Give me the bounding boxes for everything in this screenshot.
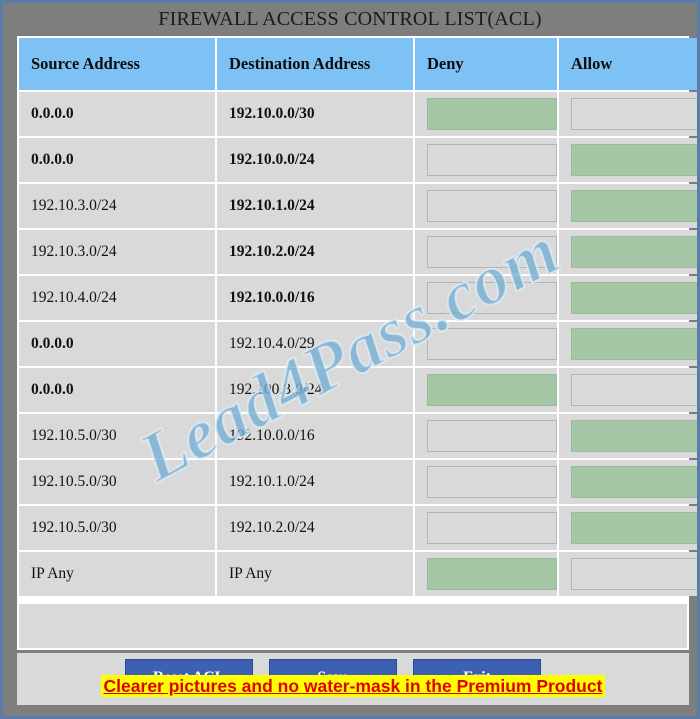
cell-destination-address[interactable]: 192.10.0.0/16: [217, 414, 413, 458]
cell-deny[interactable]: [415, 138, 557, 182]
cell-deny[interactable]: [415, 368, 557, 412]
allow-checkbox[interactable]: [571, 420, 697, 452]
allow-checkbox[interactable]: [571, 512, 697, 544]
cell-allow[interactable]: [559, 414, 697, 458]
cell-destination-address[interactable]: 192.100.3.0/24: [217, 368, 413, 412]
cell-source-address[interactable]: 192.10.3.0/24: [19, 184, 215, 228]
cell-allow[interactable]: [559, 276, 697, 320]
allow-checkbox[interactable]: [571, 190, 697, 222]
deny-checkbox[interactable]: [427, 420, 557, 452]
table-row: IP Any IP Any: [19, 552, 697, 596]
allow-checkbox[interactable]: [571, 98, 697, 130]
cell-allow[interactable]: [559, 322, 697, 366]
deny-checkbox[interactable]: [427, 558, 557, 590]
cell-allow[interactable]: [559, 552, 697, 596]
column-header-deny[interactable]: Deny: [415, 38, 557, 90]
cell-allow[interactable]: [559, 460, 697, 504]
table-row: 192.10.5.0/30 192.10.1.0/24: [19, 460, 697, 504]
cell-destination-address[interactable]: 192.10.4.0/29: [217, 322, 413, 366]
cell-allow[interactable]: [559, 92, 697, 136]
cell-allow[interactable]: [559, 230, 697, 274]
cell-deny[interactable]: [415, 460, 557, 504]
table-empty-row-strip: [19, 604, 687, 648]
table-row: 0.0.0.0 192.100.3.0/24: [19, 368, 697, 412]
allow-checkbox[interactable]: [571, 466, 697, 498]
cell-source-address[interactable]: 0.0.0.0: [19, 92, 215, 136]
cell-deny[interactable]: [415, 276, 557, 320]
cell-deny[interactable]: [415, 184, 557, 228]
cell-destination-address[interactable]: 192.10.0.0/30: [217, 92, 413, 136]
cell-source-address[interactable]: IP Any: [19, 552, 215, 596]
cell-deny[interactable]: [415, 552, 557, 596]
deny-checkbox[interactable]: [427, 282, 557, 314]
allow-checkbox[interactable]: [571, 328, 697, 360]
cell-destination-address[interactable]: IP Any: [217, 552, 413, 596]
deny-checkbox[interactable]: [427, 98, 557, 130]
cell-deny[interactable]: [415, 414, 557, 458]
cell-source-address[interactable]: 192.10.5.0/30: [19, 506, 215, 550]
exit-button[interactable]: Exit: [413, 659, 541, 697]
allow-checkbox[interactable]: [571, 558, 697, 590]
cell-allow[interactable]: [559, 506, 697, 550]
cell-deny[interactable]: [415, 230, 557, 274]
column-header-source-address[interactable]: Source Address: [19, 38, 215, 90]
reset-acl-button[interactable]: Reset ACL: [125, 659, 253, 697]
cell-source-address[interactable]: 192.10.5.0/30: [19, 414, 215, 458]
table-row: 192.10.5.0/30 192.10.2.0/24: [19, 506, 697, 550]
deny-checkbox[interactable]: [427, 236, 557, 268]
acl-table-panel: Source Address Destination Address Deny …: [17, 36, 697, 650]
table-row: 0.0.0.0 192.10.0.0/30: [19, 92, 697, 136]
table-row: 192.10.4.0/24 192.10.0.0/16: [19, 276, 697, 320]
cell-destination-address[interactable]: 192.10.0.0/16: [217, 276, 413, 320]
cell-source-address[interactable]: 0.0.0.0: [19, 368, 215, 412]
cell-source-address[interactable]: 192.10.5.0/30: [19, 460, 215, 504]
cell-deny[interactable]: [415, 322, 557, 366]
table-row: 0.0.0.0 192.10.4.0/29: [19, 322, 697, 366]
table-row: 0.0.0.0 192.10.0.0/24: [19, 138, 697, 182]
cell-source-address[interactable]: 192.10.3.0/24: [19, 230, 215, 274]
page-title: FIREWALL ACCESS CONTROL LIST(ACL): [158, 8, 542, 30]
cell-source-address[interactable]: 0.0.0.0: [19, 322, 215, 366]
cell-allow[interactable]: [559, 138, 697, 182]
acl-table: Source Address Destination Address Deny …: [17, 36, 697, 598]
cell-destination-address[interactable]: 192.10.1.0/24: [217, 184, 413, 228]
cell-deny[interactable]: [415, 92, 557, 136]
cell-source-address[interactable]: 192.10.4.0/24: [19, 276, 215, 320]
deny-checkbox[interactable]: [427, 328, 557, 360]
deny-checkbox[interactable]: [427, 190, 557, 222]
table-header-row: Source Address Destination Address Deny …: [19, 38, 697, 90]
deny-checkbox[interactable]: [427, 512, 557, 544]
deny-checkbox[interactable]: [427, 374, 557, 406]
cell-allow[interactable]: [559, 184, 697, 228]
cell-source-address[interactable]: 0.0.0.0: [19, 138, 215, 182]
column-header-destination-address[interactable]: Destination Address: [217, 38, 413, 90]
cell-destination-address[interactable]: 192.10.1.0/24: [217, 460, 413, 504]
allow-checkbox[interactable]: [571, 374, 697, 406]
table-row: 192.10.3.0/24 192.10.1.0/24: [19, 184, 697, 228]
cell-destination-address[interactable]: 192.10.2.0/24: [217, 230, 413, 274]
table-body: 0.0.0.0 192.10.0.0/30 0.0.0.0 192.10.0.0/24…: [19, 92, 697, 596]
table-row: 192.10.5.0/30 192.10.0.0/16: [19, 414, 697, 458]
button-bar: Reset ACL Save Exit: [17, 653, 689, 705]
application-window: FIREWALL ACCESS CONTROL LIST(ACL) Source…: [0, 0, 700, 719]
table-header: Source Address Destination Address Deny …: [19, 38, 697, 90]
table-row: 192.10.3.0/24 192.10.2.0/24: [19, 230, 697, 274]
deny-checkbox[interactable]: [427, 144, 557, 176]
deny-checkbox[interactable]: [427, 466, 557, 498]
cell-allow[interactable]: [559, 368, 697, 412]
cell-destination-address[interactable]: 192.10.0.0/24: [217, 138, 413, 182]
allow-checkbox[interactable]: [571, 282, 697, 314]
allow-checkbox[interactable]: [571, 144, 697, 176]
save-button[interactable]: Save: [269, 659, 397, 697]
cell-destination-address[interactable]: 192.10.2.0/24: [217, 506, 413, 550]
cell-deny[interactable]: [415, 506, 557, 550]
allow-checkbox[interactable]: [571, 236, 697, 268]
column-header-allow[interactable]: Allow: [559, 38, 697, 90]
